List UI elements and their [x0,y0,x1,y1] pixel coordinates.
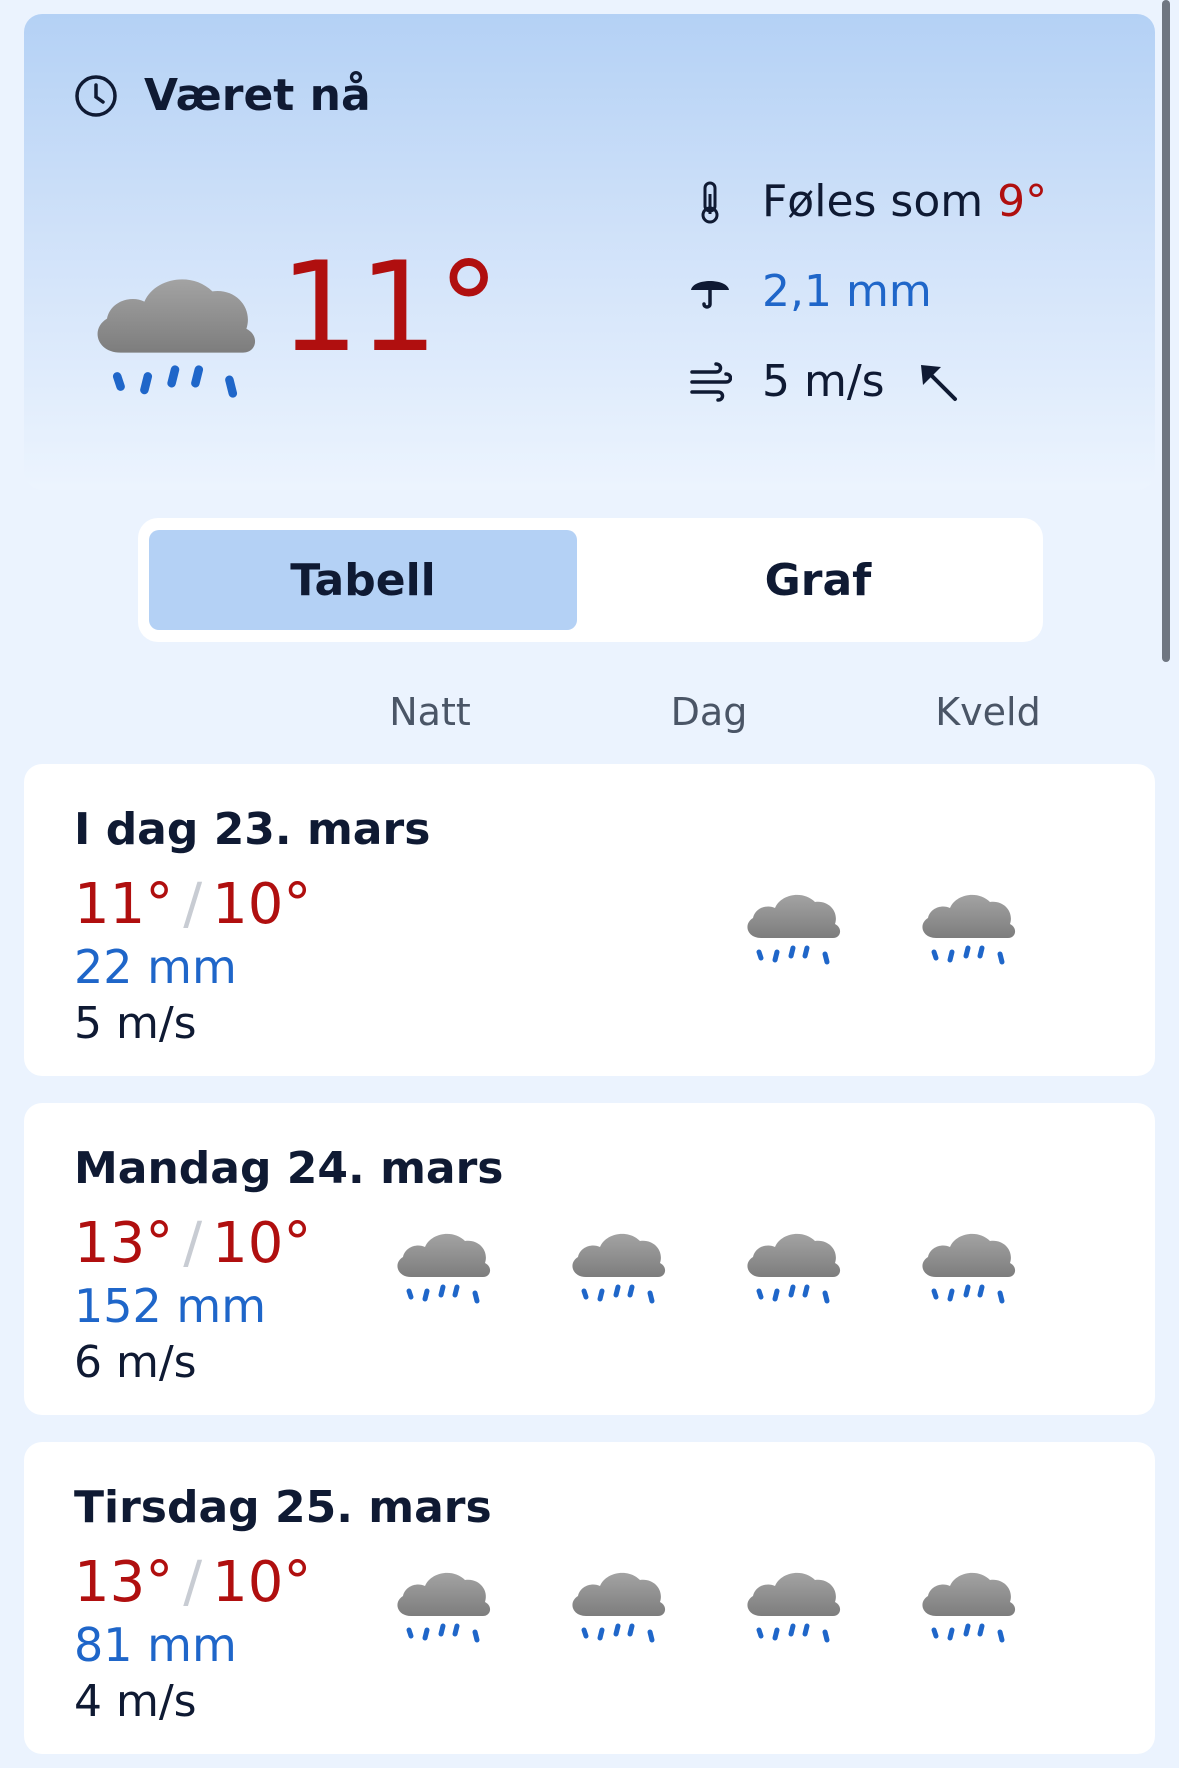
rain-cloud-icon [914,1219,1022,1319]
thermometer-icon [688,180,732,224]
wind-row: 5 m/s [688,356,961,407]
precipitation-amount: 81 mm [74,1618,237,1672]
day-title: Tirsdag 25. mars [74,1482,492,1533]
max-temperature: 13° [74,1211,174,1276]
max-temperature: 13° [74,1550,174,1615]
day-card[interactable]: Mandag 24. mars 13° / 10° 152 mm 6 m/s [24,1103,1155,1415]
day-card[interactable]: Tirsdag 25. mars 13° / 10° 81 mm 4 m/s [24,1442,1155,1754]
tab-graph[interactable]: Graf [604,530,1032,630]
wind-speed: 5 m/s [74,998,197,1049]
wind-speed: 6 m/s [74,1337,197,1388]
wind-speed: 4 m/s [74,1676,197,1727]
wind-value: 5 m/s [762,356,885,407]
wind-icon [688,360,732,404]
wind-direction-arrow-icon [920,364,957,401]
clock-icon [75,74,117,117]
current-weather-card: Været nå 11° Føles som 9° 2,1 mm 5 m/s [24,14,1155,490]
day-card[interactable]: I dag 23. mars 11° / 10° 22 mm 5 m/s [24,764,1155,1076]
feels-like-value: 9° [997,176,1048,227]
tab-table[interactable]: Tabell [149,530,577,630]
max-temperature: 11° [74,872,174,937]
column-header-evening: Kveld [935,690,1041,734]
precipitation-amount: 152 mm [74,1279,267,1333]
precipitation-amount: 22 mm [74,940,237,994]
umbrella-icon [688,270,732,314]
rain-cloud-icon [564,1219,672,1319]
rain-cloud-icon [739,1558,847,1658]
rain-cloud-icon [739,880,847,980]
min-temperature: 10° [212,1211,312,1276]
rain-cloud-icon [389,1558,497,1658]
rain-cloud-icon [739,1219,847,1319]
temperature-range: 11° / 10° [74,872,311,937]
day-title: I dag 23. mars [74,804,431,855]
current-weather-title: Været nå [144,70,371,121]
separator: / [183,1211,203,1276]
feels-like-row: Føles som 9° [688,176,1047,227]
rain-cloud-icon [82,254,268,424]
view-toggle: Tabell Graf [138,518,1043,642]
min-temperature: 10° [212,872,312,937]
rain-cloud-icon [389,1219,497,1319]
separator: / [183,872,203,937]
rain-cloud-icon [914,880,1022,980]
precipitation-value: 2,1 mm [762,266,932,317]
temperature-range: 13° / 10° [74,1550,311,1615]
rain-cloud-icon [564,1558,672,1658]
current-temperature: 11° [280,236,500,380]
current-weather-header: Været nå [74,70,371,121]
separator: / [183,1550,203,1615]
column-header-day: Dag [670,690,748,734]
precipitation-row: 2,1 mm [688,266,932,317]
scrollbar[interactable] [1162,0,1170,662]
min-temperature: 10° [212,1550,312,1615]
feels-like-label: Føles som [762,176,984,227]
rain-cloud-icon [914,1558,1022,1658]
temperature-range: 13° / 10° [74,1211,311,1276]
column-header-night: Natt [389,690,471,734]
day-title: Mandag 24. mars [74,1143,504,1194]
